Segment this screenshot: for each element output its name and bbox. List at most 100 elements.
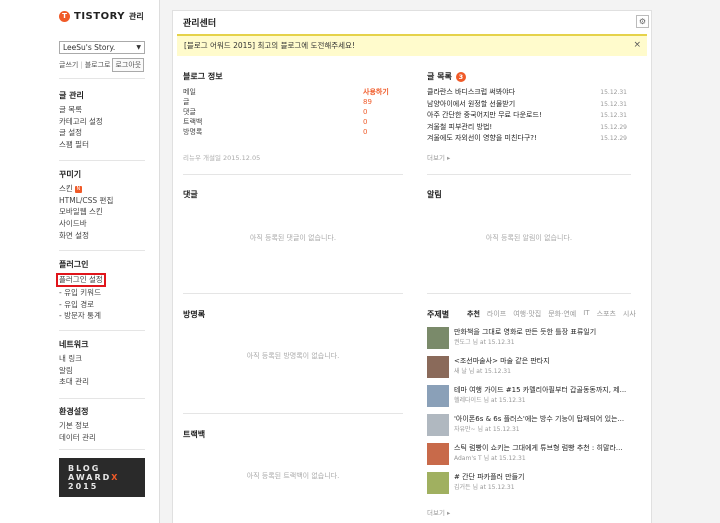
guestbook-count[interactable]: 0 bbox=[363, 127, 393, 137]
tab-life[interactable]: 라이프 bbox=[487, 309, 506, 319]
tab-news[interactable]: 시사 bbox=[623, 309, 636, 319]
topic-title[interactable]: 테마 여행 가이드 #15 카멜리아필부터 갑골동동까지, 제... bbox=[454, 385, 644, 396]
award-line-2: AWARDX bbox=[68, 473, 145, 482]
comment-count[interactable]: 0 bbox=[363, 107, 393, 117]
blog-select[interactable]: LeeSu's Story. ▼ bbox=[59, 41, 145, 54]
topic-meta: 헬레다이드 님 at 15.12.31 bbox=[454, 397, 526, 404]
topic-title[interactable]: <조선마술사> 마술 같은 판타지 bbox=[454, 356, 644, 367]
post-title[interactable]: 아주 간단한 중국어지만 무료 다운로드! bbox=[427, 110, 542, 122]
topic-title[interactable]: # 간단 파카플러 만들기 bbox=[454, 472, 644, 483]
topic-thumbnail[interactable] bbox=[427, 327, 449, 349]
info-label: 댓글 bbox=[183, 108, 196, 116]
topic-text: <조선마술사> 마술 같은 판타지 새 날 님 at 15.12.31 bbox=[454, 356, 644, 380]
list-item[interactable]: <조선마술사> 마술 같은 판타지 새 날 님 at 15.12.31 bbox=[427, 356, 637, 380]
award-line-3: 2015 bbox=[68, 482, 99, 491]
topics-title-text: 주제별 bbox=[427, 310, 450, 319]
divider bbox=[59, 78, 145, 79]
list-item[interactable]: '아이폰6s & 6s 플러스'에는 방수 기능이 탑재되어 있는... 자유만~… bbox=[427, 414, 637, 438]
blog-select-value: LeeSu's Story. bbox=[63, 43, 116, 52]
notice-text[interactable]: [블로그 어워드 2015] 최고의 블로그에 도전해주세요! bbox=[184, 41, 355, 50]
nav-item-inflow-keywords[interactable]: - 유입 키워드 bbox=[59, 287, 106, 299]
topic-meta: 새 날 님 at 15.12.31 bbox=[454, 368, 511, 375]
post-title[interactable]: 겨울에도 자외선이 영향을 미친다구?! bbox=[427, 133, 537, 145]
nav-item-inflow-paths[interactable]: - 유입 경로 bbox=[59, 299, 106, 311]
list-item[interactable]: 스틱 럼빵이 쇼키는 그대에게 튜브형 럼빵 추천 : 히말라... Adam's… bbox=[427, 443, 637, 467]
nav-item-basic-info[interactable]: 기본 정보 bbox=[59, 420, 96, 432]
nav-item-data-management[interactable]: 데이터 관리 bbox=[59, 432, 96, 444]
nav-item-visitor-stats[interactable]: - 방문자 통계 bbox=[59, 310, 106, 322]
topic-meta: 권도그 님 at 15.12.31 bbox=[454, 339, 515, 346]
list-item[interactable]: 겨울철 피부관리 방법! 15.12.29 bbox=[427, 122, 627, 134]
info-row-trackbacks: 트랙백 0 bbox=[183, 117, 393, 127]
topic-title[interactable]: '아이폰6s & 6s 플러스'에는 방수 기능이 탑재되어 있는... bbox=[454, 414, 644, 425]
write-link[interactable]: 글쓰기 bbox=[59, 60, 78, 70]
nav-item-spam-filter[interactable]: 스팸 필터 bbox=[59, 139, 103, 151]
nav-item-plugin-settings[interactable]: 플러그인 설정 bbox=[56, 273, 106, 287]
post-title[interactable]: 클라란스 바디스크럽 써봐야다 bbox=[427, 87, 515, 99]
tab-recommended[interactable]: 추천 bbox=[467, 309, 480, 319]
list-item[interactable]: # 간단 파카플러 만들기 김거든 님 at 15.12.31 bbox=[427, 472, 637, 496]
tab-travel-food[interactable]: 여행·맛집 bbox=[513, 309, 541, 319]
topic-meta: 김거든 님 at 15.12.31 bbox=[454, 484, 515, 491]
logout-button[interactable]: 로그아웃 bbox=[112, 58, 145, 72]
nav-group-title: 네트워크 bbox=[59, 340, 89, 349]
guestbook-empty-message: 아직 등록된 방명록이 없습니다. bbox=[246, 352, 340, 360]
info-label: 메일 bbox=[183, 88, 196, 96]
nav-group-title: 플러그인 bbox=[59, 260, 89, 269]
topics-more-link[interactable]: 더보기 ▸ bbox=[427, 507, 450, 517]
topics-title: 주제별 bbox=[427, 309, 449, 320]
sidebar: T TISTORY 관리 LeeSu's Story. ▼ 글쓰기 | 블로그로… bbox=[0, 0, 160, 523]
management-center: 관리센터 ⚙ [블로그 어워드 2015] 최고의 블로그에 도전해주세요! ×… bbox=[172, 10, 652, 523]
tistory-logo[interactable]: T TISTORY 관리 bbox=[59, 11, 144, 22]
nav-item-invites[interactable]: 초대 관리 bbox=[59, 376, 89, 388]
use-mail-link[interactable]: 사용하기 bbox=[363, 87, 393, 97]
nav-group-design: 꾸미기 스킨 N HTML/CSS 편집 모바일웹 스킨 사이드바 화면 설정 bbox=[59, 169, 113, 242]
topic-thumbnail[interactable] bbox=[427, 385, 449, 407]
to-blog-link[interactable]: 블로그로 bbox=[85, 60, 111, 70]
nav-item-category[interactable]: 카테고리 설정 bbox=[59, 116, 103, 128]
list-item[interactable]: 겨울에도 자외선이 영향을 미친다구?! 15.12.29 bbox=[427, 133, 627, 145]
tab-culture-entertainment[interactable]: 문화·연예 bbox=[548, 309, 576, 319]
topic-thumbnail[interactable] bbox=[427, 443, 449, 465]
tab-it[interactable]: IT bbox=[583, 309, 589, 319]
notice-banner[interactable]: [블로그 어워드 2015] 최고의 블로그에 도전해주세요! × bbox=[177, 34, 647, 56]
blog-info-title-text: 블로그 정보 bbox=[183, 72, 223, 81]
nav-item-sidebar[interactable]: 사이드바 bbox=[59, 218, 113, 230]
topic-title[interactable]: 스틱 럼빵이 쇼키는 그대에게 튜브형 럼빵 추천 : 히말라... bbox=[454, 443, 644, 454]
posts-more-link[interactable]: 더보기 ▸ bbox=[427, 152, 450, 162]
comments-title-text: 댓글 bbox=[183, 190, 198, 199]
nav-item-screen-settings[interactable]: 화면 설정 bbox=[59, 230, 113, 242]
divider bbox=[59, 449, 145, 450]
nav-item-alerts[interactable]: 알림 bbox=[59, 365, 89, 377]
topic-thumbnail[interactable] bbox=[427, 356, 449, 378]
close-icon[interactable]: × bbox=[633, 36, 641, 55]
divider bbox=[427, 174, 631, 175]
chevron-down-icon: ▼ bbox=[136, 44, 141, 51]
post-list-title-text: 글 목록 bbox=[427, 72, 452, 81]
topic-title[interactable]: 만화책을 그대로 영화로 만든 듯한 틀장 표류일기 bbox=[454, 327, 644, 338]
nav-item-mobile-skin[interactable]: 모바일웹 스킨 bbox=[59, 206, 113, 218]
settings-button[interactable]: ⚙ bbox=[636, 15, 649, 28]
alerts-title: 알림 bbox=[427, 189, 442, 200]
list-item[interactable]: 만화책을 그대로 영화로 만든 듯한 틀장 표류일기 권도그 님 at 15.12… bbox=[427, 327, 637, 351]
nav-group-network: 네트워크 내 링크 알림 초대 관리 bbox=[59, 339, 89, 388]
nav-item-post-list[interactable]: 글 목록 bbox=[59, 104, 103, 116]
post-count[interactable]: 89 bbox=[363, 97, 393, 107]
tab-sports[interactable]: 스포츠 bbox=[597, 309, 616, 319]
post-title[interactable]: 남양아이에서 원정할 선물받기 bbox=[427, 99, 515, 111]
list-item[interactable]: 클라란스 바디스크럽 써봐야다 15.12.31 bbox=[427, 87, 627, 99]
nav-item-my-links[interactable]: 내 링크 bbox=[59, 353, 89, 365]
blog-award-banner[interactable]: BLOG AWARDX 2015 bbox=[59, 458, 145, 497]
topic-meta: 자유만~ 님 at 15.12.31 bbox=[454, 426, 520, 433]
topic-thumbnail[interactable] bbox=[427, 414, 449, 436]
topic-thumbnail[interactable] bbox=[427, 472, 449, 494]
list-item[interactable]: 테마 여행 가이드 #15 카멜리아필부터 갑골동동까지, 제... 헬레다이드 … bbox=[427, 385, 637, 409]
trackback-count[interactable]: 0 bbox=[363, 117, 393, 127]
nav-item-skin[interactable]: 스킨 N bbox=[59, 183, 113, 195]
post-title[interactable]: 겨울철 피부관리 방법! bbox=[427, 122, 492, 134]
nav-item-html-css[interactable]: HTML/CSS 편집 bbox=[59, 195, 113, 207]
post-count-badge: 3 bbox=[455, 71, 466, 82]
nav-item-post-settings[interactable]: 글 설정 bbox=[59, 127, 103, 139]
list-item[interactable]: 아주 간단한 중국어지만 무료 다운로드! 15.12.31 bbox=[427, 110, 627, 122]
list-item[interactable]: 남양아이에서 원정할 선물받기 15.12.31 bbox=[427, 99, 627, 111]
